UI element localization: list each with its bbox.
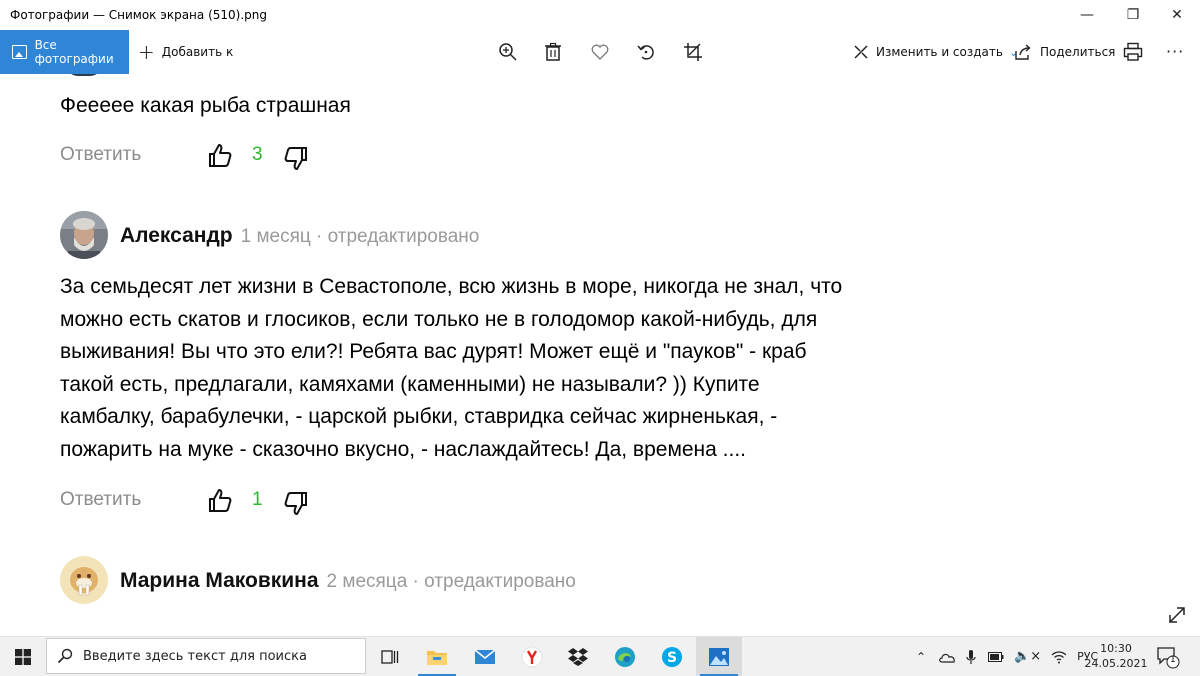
avatar-photo [60, 211, 108, 259]
zoom-icon[interactable] [497, 41, 519, 63]
clock[interactable]: 10:30 24.05.2021 [1084, 641, 1148, 671]
avatar [60, 211, 108, 259]
print-icon[interactable] [1122, 41, 1144, 63]
comment-line: пожарить на муке - сказочно вкусно, - на… [60, 437, 747, 461]
author-name: Александр [120, 224, 233, 247]
comment-line: можно есть скатов и глосиков, если тольк… [60, 307, 818, 331]
clock-time: 10:30 [1100, 642, 1132, 655]
title-bar: Фотографии — Снимок экрана (510).png — ❐… [0, 0, 1200, 30]
avatar-partial [66, 74, 102, 76]
share-icon [1015, 44, 1031, 60]
clock-date: 24.05.2021 [1084, 657, 1148, 670]
like-count: 1 [252, 489, 263, 510]
taskbar-yandex-browser[interactable] [509, 637, 555, 676]
reply-link: Ответить [60, 144, 142, 165]
windows-icon [15, 648, 31, 665]
volume-muted-icon[interactable]: 🔈× [1014, 649, 1041, 664]
taskbar-search-input[interactable]: Введите здесь текст для поиска [46, 638, 366, 674]
comment-author: Марина Маковкина 2 месяца · отредактирова… [120, 569, 576, 593]
search-placeholder: Введите здесь текст для поиска [83, 648, 307, 664]
share-label: Поделиться [1040, 45, 1116, 59]
photos-icon [709, 647, 729, 666]
svg-text:S: S [667, 650, 677, 666]
rotate-icon[interactable] [635, 41, 657, 63]
crop-icon[interactable] [682, 41, 704, 63]
yandex-browser-icon [521, 646, 543, 667]
add-to-button[interactable]: + Добавить к [138, 30, 233, 74]
all-photos-button[interactable]: Все фотографии [0, 30, 129, 74]
comment-line: камбалку, барабулечки, - царской рыбки, … [60, 405, 778, 428]
battery-icon[interactable] [988, 651, 1004, 662]
system-tray: ⌃ 🔈× РУС [916, 637, 1098, 676]
task-view-icon [381, 649, 399, 664]
walrus-avatar [60, 556, 108, 604]
notification-count: 1 [1170, 655, 1176, 665]
thumb-up-icon [209, 144, 232, 167]
edge-icon [615, 646, 635, 667]
minimize-icon: — [1080, 7, 1094, 23]
add-to-label: Добавить к [161, 45, 234, 59]
edit-create-icon [854, 45, 868, 59]
image-icon [12, 45, 27, 59]
all-photos-label: Все фотографии [34, 38, 114, 66]
window-title: Фотографии — Снимок экрана (510).png [10, 8, 267, 22]
taskbar-dropbox[interactable] [555, 637, 601, 676]
thumb-up-icon [209, 489, 232, 512]
notification-icon [1157, 647, 1180, 669]
dropbox-icon [568, 647, 588, 666]
folder-icon [427, 650, 447, 665]
taskbar-skype[interactable]: S [649, 637, 695, 676]
author-name: Марина Маковкина [120, 569, 319, 592]
search-icon [57, 648, 73, 664]
expand-icon[interactable] [1166, 604, 1188, 626]
like-count: 3 [252, 144, 263, 165]
plus-icon: + [138, 40, 155, 64]
avatar [60, 556, 108, 604]
edit-create-button[interactable]: Изменить и создать ⌄ [852, 30, 1018, 74]
command-bar: Все фотографии + Добавить к Изменить и с… [0, 30, 1200, 74]
reply-link: Ответить [60, 489, 142, 510]
comment-line: За семьдесят лет жизни в Севастополе, вс… [60, 275, 843, 298]
taskbar-explorer[interactable] [414, 637, 460, 676]
comment-meta: 1 месяц · отредактировано [240, 226, 480, 247]
thumb-down-icon [284, 147, 307, 170]
share-button[interactable]: Поделиться [1014, 30, 1115, 74]
close-icon: ✕ [1171, 7, 1183, 23]
taskbar-photos[interactable] [696, 637, 742, 676]
comment-author: Александр 1 месяц · отредактировано [120, 224, 479, 248]
task-view-button[interactable] [367, 637, 413, 676]
delete-icon[interactable] [542, 41, 564, 63]
taskbar-edge[interactable] [602, 637, 648, 676]
chevron-up-icon[interactable]: ⌃ [916, 650, 926, 664]
more-options-button[interactable]: ··· [1166, 42, 1184, 61]
thumb-down-icon [284, 492, 307, 515]
maximize-icon: ❐ [1126, 7, 1140, 23]
wifi-icon[interactable] [1051, 650, 1067, 664]
comment-line: выживания! Вы что это ели?! Ребята вас д… [60, 340, 807, 363]
comment-text: Феееее какая рыба страшная [60, 94, 351, 117]
mail-icon [474, 648, 496, 664]
close-button[interactable]: ✕ [1154, 0, 1200, 30]
microphone-icon[interactable] [966, 649, 976, 665]
taskbar-mail[interactable] [462, 637, 508, 676]
comment-line: такой есть, предлагали, камяхами (каменн… [60, 372, 760, 396]
taskbar: Введите здесь текст для поиска S ⌃ 🔈× РУ… [0, 636, 1200, 676]
favorite-icon[interactable] [589, 41, 611, 63]
minimize-button[interactable]: — [1064, 0, 1110, 30]
maximize-button[interactable]: ❐ [1110, 0, 1156, 30]
notification-center-button[interactable]: 1 [1156, 645, 1180, 669]
skype-icon: S [662, 646, 682, 667]
photo-view: Феееее какая рыба страшная Ответить 3 Ал… [0, 74, 1200, 636]
comment-body: За семьдесят лет жизни в Севастополе, вс… [60, 271, 842, 466]
comment-meta: 2 месяца · отредактировано [326, 571, 576, 592]
start-button[interactable] [0, 637, 46, 676]
onedrive-icon[interactable] [938, 651, 956, 663]
edit-create-label: Изменить и создать [876, 45, 1003, 59]
